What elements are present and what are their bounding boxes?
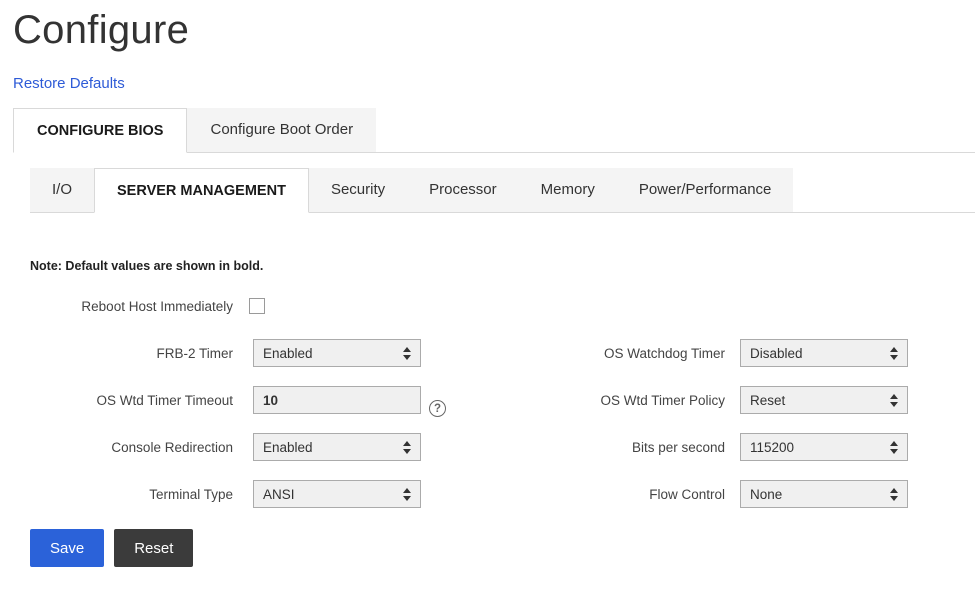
main-tab-bar: CONFIGURE BIOS Configure Boot Order — [13, 108, 975, 153]
save-button[interactable]: Save — [30, 529, 105, 567]
updown-arrows-icon — [890, 346, 898, 360]
tab-io[interactable]: I/O — [30, 168, 95, 212]
help-icon[interactable]: ? — [429, 400, 446, 417]
updown-arrows-icon — [403, 346, 411, 360]
tab-server-management[interactable]: SERVER MANAGEMENT — [94, 168, 309, 213]
terminal-type-select[interactable]: ANSI — [253, 480, 421, 508]
updown-arrows-icon — [890, 487, 898, 501]
restore-defaults-link[interactable]: Restore Defaults — [13, 75, 125, 92]
default-values-note: Note: Default values are shown in bold. — [30, 259, 264, 273]
bits-per-second-value: 115200 — [750, 439, 795, 455]
os-watchdog-timer-value: Disabled — [750, 345, 803, 361]
os-wtd-timer-policy-select[interactable]: Reset — [740, 386, 908, 414]
os-watchdog-timer-select[interactable]: Disabled — [740, 339, 908, 367]
row-timeout-policy: OS Wtd Timer Timeout ? OS Wtd Timer Poli… — [30, 386, 975, 417]
form-actions: Save Reset — [30, 529, 975, 567]
os-watchdog-timer-label: OS Watchdog Timer — [603, 345, 725, 361]
console-redirection-select[interactable]: Enabled — [253, 433, 421, 461]
tab-configure-bios[interactable]: CONFIGURE BIOS — [13, 108, 188, 153]
updown-arrows-icon — [890, 393, 898, 407]
flow-control-value: None — [750, 486, 783, 502]
terminal-type-label: Terminal Type — [149, 486, 233, 502]
flow-control-label: Flow Control — [649, 486, 725, 502]
tab-memory[interactable]: Memory — [518, 168, 617, 212]
tab-power-performance[interactable]: Power/Performance — [616, 168, 794, 212]
os-wtd-timer-policy-value: Reset — [750, 392, 786, 408]
updown-arrows-icon — [403, 487, 411, 501]
console-redirection-label: Console Redirection — [111, 439, 233, 455]
reboot-host-immediately-checkbox[interactable] — [249, 298, 265, 314]
bits-per-second-label: Bits per second — [631, 439, 725, 455]
frb2-timer-select[interactable]: Enabled — [253, 339, 421, 367]
os-wtd-timer-timeout-input[interactable] — [253, 386, 421, 414]
tab-processor[interactable]: Processor — [407, 168, 519, 212]
tab-security[interactable]: Security — [308, 168, 408, 212]
flow-control-select[interactable]: None — [740, 480, 908, 508]
reset-button[interactable]: Reset — [114, 529, 194, 567]
frb2-timer-value: Enabled — [263, 345, 313, 361]
bios-settings-form: Reboot Host Immediately FRB-2 Timer Enab… — [30, 292, 975, 508]
os-wtd-timer-policy-label: OS Wtd Timer Policy — [600, 392, 725, 408]
row-terminal-flow: Terminal Type ANSI Flow Control None — [30, 480, 975, 508]
page-title: Configure — [13, 8, 190, 52]
updown-arrows-icon — [403, 440, 411, 454]
console-redirection-value: Enabled — [263, 439, 313, 455]
frb2-timer-label: FRB-2 Timer — [156, 345, 233, 361]
sub-tab-bar: I/O SERVER MANAGEMENT Security Processor… — [30, 168, 975, 213]
reboot-host-immediately-label: Reboot Host Immediately — [81, 298, 233, 314]
row-console-bits: Console Redirection Enabled Bits per sec… — [30, 433, 975, 461]
tab-configure-boot-order[interactable]: Configure Boot Order — [187, 108, 377, 152]
bits-per-second-select[interactable]: 115200 — [740, 433, 908, 461]
terminal-type-value: ANSI — [263, 486, 295, 502]
updown-arrows-icon — [890, 440, 898, 454]
os-wtd-timer-timeout-label: OS Wtd Timer Timeout — [96, 392, 233, 408]
row-reboot-host: Reboot Host Immediately — [30, 292, 975, 320]
row-frb2-watchdog: FRB-2 Timer Enabled OS Watchdog Timer Di… — [30, 339, 975, 367]
